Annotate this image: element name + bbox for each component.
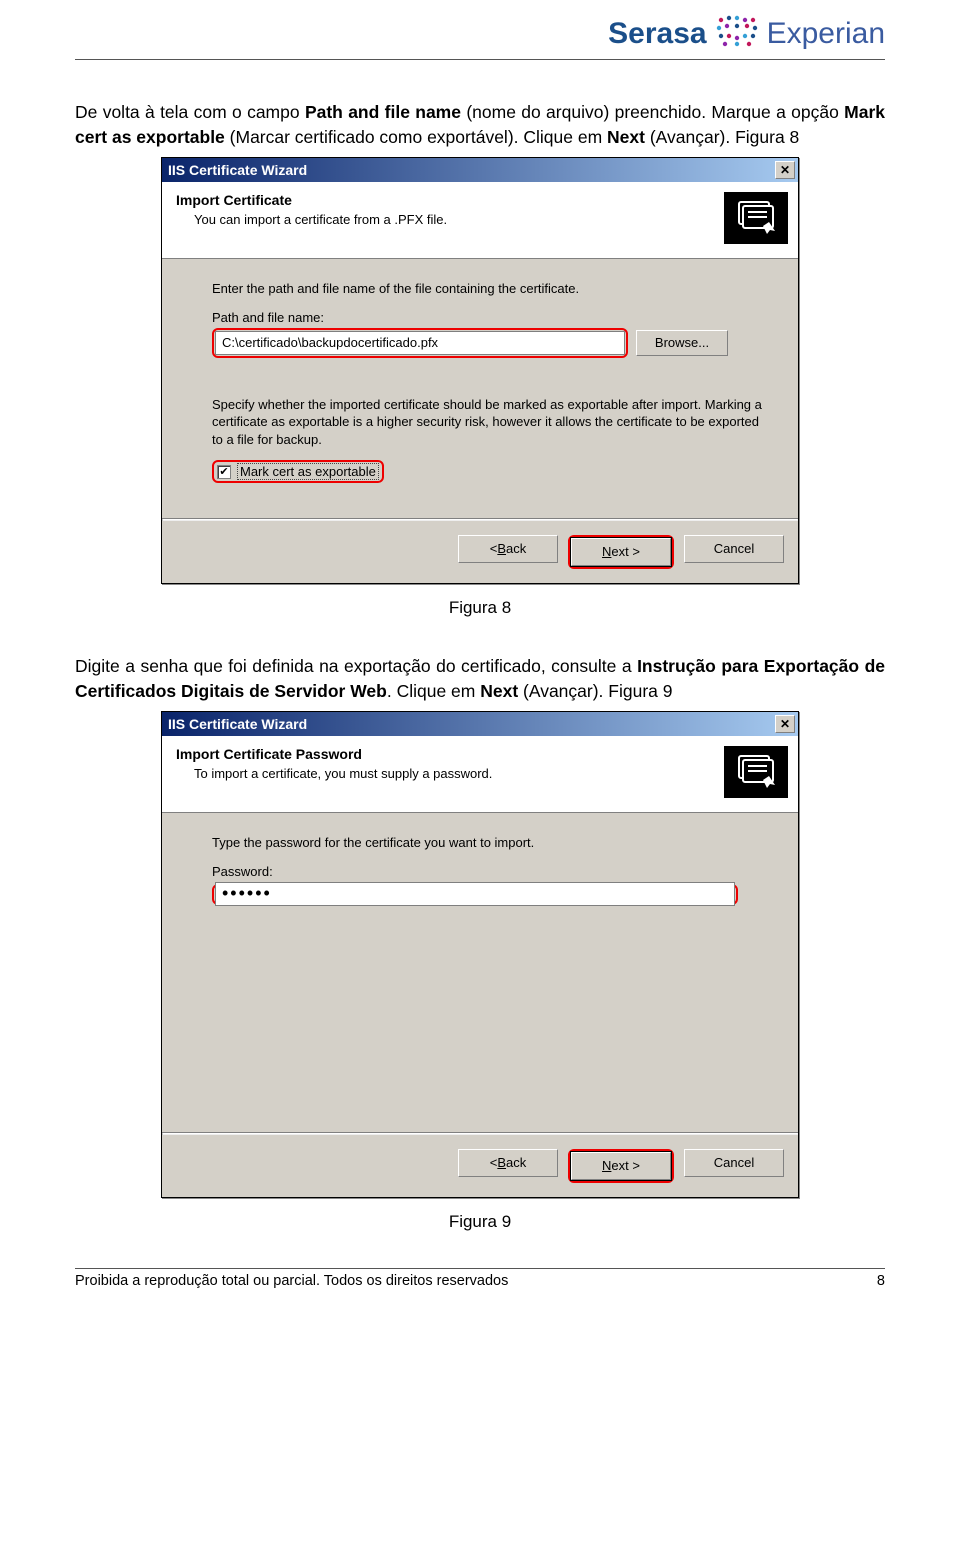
exportable-highlight: ✔ Mark cert as exportable xyxy=(212,460,384,483)
close-icon[interactable]: ✕ xyxy=(775,161,795,179)
next-highlight: Next > xyxy=(568,1149,674,1183)
window-titlebar: IIS Certificate Wizard ✕ xyxy=(162,712,798,736)
wizard-banner: Import Certificate Password To import a … xyxy=(162,736,798,813)
window-titlebar: IIS Certificate Wizard ✕ xyxy=(162,158,798,182)
password-label: Password: xyxy=(212,864,764,879)
paragraph-1: De volta à tela com o campo Path and fil… xyxy=(75,100,885,151)
footer-text: Proibida a reprodução total ou parcial. … xyxy=(75,1273,508,1289)
banner-subtitle: To import a certificate, you must supply… xyxy=(176,766,714,781)
logo: Serasa Experian xyxy=(608,14,885,53)
wizard-banner: Import Certificate You can import a cert… xyxy=(162,182,798,259)
banner-title: Import Certificate Password xyxy=(176,746,714,762)
wizard-body: Enter the path and file name of the file… xyxy=(162,259,798,519)
next-button[interactable]: Next > xyxy=(571,1152,671,1180)
cancel-button[interactable]: Cancel xyxy=(684,535,784,563)
logo-experian-text: Experian xyxy=(767,17,885,51)
exportable-checkbox[interactable]: ✔ xyxy=(217,465,231,479)
exportable-note: Specify whether the imported certificate… xyxy=(212,396,764,449)
figure-9-caption: Figura 9 xyxy=(449,1212,511,1232)
exportable-checkbox-label: Mark cert as exportable xyxy=(237,463,379,480)
logo-serasa-text: Serasa xyxy=(608,17,706,51)
cancel-button[interactable]: Cancel xyxy=(684,1149,784,1177)
path-label: Path and file name: xyxy=(212,310,764,325)
figure-8-caption: Figura 8 xyxy=(449,598,511,618)
logo-dots-icon xyxy=(715,14,759,53)
header-divider xyxy=(75,59,885,60)
browse-button[interactable]: Browse... xyxy=(636,330,728,356)
certificate-icon xyxy=(724,192,788,244)
wizard-buttons: < Back Next > Cancel xyxy=(162,1135,798,1197)
certificate-icon xyxy=(724,746,788,798)
password-input[interactable] xyxy=(215,882,735,906)
page-number: 8 xyxy=(877,1273,885,1289)
iis-wizard-import-password: IIS Certificate Wizard ✕ Import Certific… xyxy=(161,711,799,1198)
instruction-text: Type the password for the certificate yo… xyxy=(212,835,764,850)
page-footer: Proibida a reprodução total ou parcial. … xyxy=(75,1268,885,1289)
wizard-buttons: < Back Next > Cancel xyxy=(162,521,798,583)
next-button[interactable]: Next > xyxy=(571,538,671,566)
paragraph-2: Digite a senha que foi definida na expor… xyxy=(75,654,885,705)
path-input[interactable] xyxy=(215,331,625,355)
banner-subtitle: You can import a certificate from a .PFX… xyxy=(176,212,714,227)
page-header: Serasa Experian xyxy=(75,0,885,59)
path-highlight xyxy=(212,328,628,358)
window-title: IIS Certificate Wizard xyxy=(168,162,307,178)
next-highlight: Next > xyxy=(568,535,674,569)
password-highlight xyxy=(212,884,738,905)
back-button[interactable]: < Back xyxy=(458,535,558,563)
window-title: IIS Certificate Wizard xyxy=(168,716,307,732)
wizard-body: Type the password for the certificate yo… xyxy=(162,813,798,1133)
close-icon[interactable]: ✕ xyxy=(775,715,795,733)
back-button[interactable]: < Back xyxy=(458,1149,558,1177)
instruction-text: Enter the path and file name of the file… xyxy=(212,281,764,296)
iis-wizard-import-cert: IIS Certificate Wizard ✕ Import Certific… xyxy=(161,157,799,584)
banner-title: Import Certificate xyxy=(176,192,714,208)
